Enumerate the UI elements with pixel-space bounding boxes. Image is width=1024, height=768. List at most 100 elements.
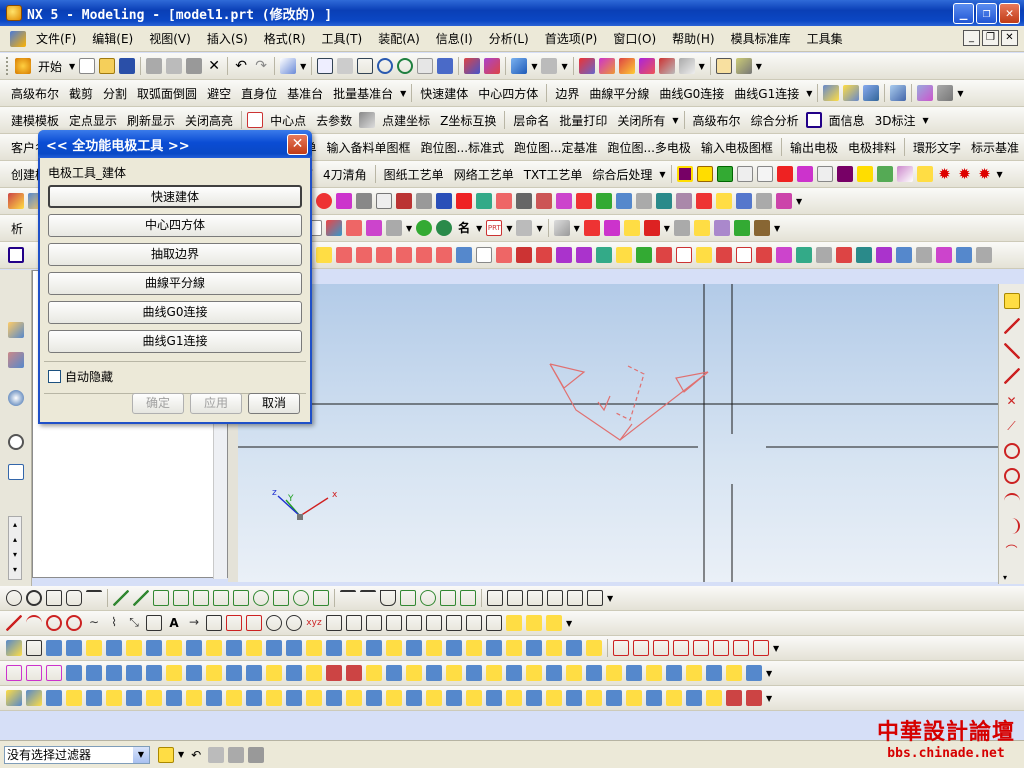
surface-icon-33[interactable] [646, 690, 662, 706]
form-icon-12[interactable] [226, 640, 242, 656]
tb-run-position-multi[interactable]: 跑位图...多电极 [602, 139, 695, 156]
circle-tangent-icon[interactable] [1003, 468, 1020, 484]
fit-view-icon[interactable] [317, 58, 334, 74]
surface-icon-11[interactable] [206, 690, 222, 706]
curve-icon-11[interactable] [326, 615, 342, 631]
edit-icon-25[interactable] [796, 247, 812, 263]
snap-icon-17[interactable] [360, 590, 376, 606]
cam-icon-11[interactable] [876, 166, 893, 182]
surface-icon[interactable] [658, 58, 675, 74]
snap-icon-24[interactable] [507, 590, 523, 606]
tb-batch-print[interactable]: 批量打印 [554, 112, 612, 129]
feature-icon-4[interactable] [336, 193, 352, 209]
edit-icon-11[interactable] [516, 247, 532, 263]
surface-icon-20[interactable] [386, 690, 402, 706]
form-icon-33[interactable] [653, 640, 669, 656]
menu-edit[interactable]: 编辑(E) [84, 30, 141, 47]
analysis-icon-6[interactable] [516, 220, 533, 236]
curve-bisector-button[interactable]: 曲線平分線 [48, 272, 302, 295]
edit-icon-10[interactable] [496, 247, 512, 263]
tb-advanced-boolean[interactable]: 高级布尔 [6, 85, 64, 102]
edit-feature-icon-38[interactable] [746, 665, 762, 681]
snap-icon-27[interactable] [567, 590, 583, 606]
copy-icon[interactable] [166, 58, 183, 74]
edit-feature-icon-18[interactable] [346, 665, 362, 681]
edit-icon-5[interactable] [396, 247, 412, 263]
edit-icon-7[interactable] [436, 247, 452, 263]
analysis-icon-12[interactable] [693, 220, 710, 236]
form-icon-22[interactable] [426, 640, 442, 656]
snap-icon-28[interactable] [587, 590, 603, 606]
feature-icon-10[interactable] [456, 193, 472, 209]
curve-icon-20[interactable] [506, 615, 522, 631]
snap-icon-21[interactable] [440, 590, 456, 606]
edit-feature-icon-16[interactable] [306, 665, 322, 681]
snap-icon-5[interactable] [86, 590, 102, 606]
cam-icon-1[interactable] [676, 166, 693, 182]
menu-tools[interactable]: 工具(T) [314, 30, 371, 47]
snap-icon-8[interactable] [173, 590, 189, 606]
surface-icon-37[interactable] [726, 690, 742, 706]
menu-mold-library[interactable]: 模具标准库 [723, 30, 799, 47]
edit-icon-30[interactable] [896, 247, 912, 263]
surface-icon-7[interactable] [126, 690, 142, 706]
edit-feature-icon-12[interactable] [226, 665, 242, 681]
right-toolbar-scroll[interactable]: ▾ [1003, 573, 1007, 582]
feature-icon-1[interactable] [8, 193, 24, 209]
edit-feature-icon-35[interactable] [686, 665, 702, 681]
part-navigator-icon[interactable] [7, 352, 24, 368]
form-icon-5[interactable] [86, 640, 102, 656]
cam-icon-3[interactable] [716, 166, 733, 182]
snap-icon-11[interactable] [233, 590, 249, 606]
start-button[interactable]: 开始 [33, 58, 67, 75]
face-info-icon[interactable] [805, 112, 822, 128]
feature-icon-6[interactable] [376, 193, 392, 209]
feature-icon-23[interactable] [716, 193, 732, 209]
form-icon-13[interactable] [246, 640, 262, 656]
maximize-button[interactable]: ❐ [976, 3, 997, 24]
perspective-icon[interactable] [417, 58, 434, 74]
surface-icon-35[interactable] [686, 690, 702, 706]
curve-icon-10[interactable] [226, 615, 242, 631]
gear-icon-2[interactable]: ✹ [957, 166, 973, 182]
feature-icon-3[interactable] [316, 193, 332, 209]
edit-feature-icon-17[interactable] [326, 665, 342, 681]
curve-icon-4[interactable] [66, 615, 82, 631]
surface-icon-2[interactable] [26, 690, 42, 706]
ok-button[interactable]: 确定 [132, 393, 184, 414]
menu-information[interactable]: 信息(I) [428, 30, 481, 47]
measure-icon[interactable] [715, 58, 732, 74]
edit-icon-21[interactable] [716, 247, 732, 263]
tb-curve-bisector[interactable]: 曲線平分線 [584, 85, 654, 102]
back-icon[interactable] [436, 220, 453, 236]
edit-feature-icon-33[interactable] [646, 665, 662, 681]
tb-mark-datum[interactable]: 标示基准 [966, 139, 1024, 156]
snap-icon[interactable] [1003, 293, 1020, 309]
edit-feature-icon-30[interactable] [586, 665, 602, 681]
form-icon-6[interactable] [106, 640, 122, 656]
form-icon-34[interactable] [673, 640, 689, 656]
tb-output-electrode[interactable]: 输出电极 [785, 139, 843, 156]
view-orientation-icon[interactable] [541, 58, 558, 74]
curve-icon-17[interactable] [446, 615, 462, 631]
center-point-icon[interactable] [247, 112, 264, 128]
menu-help[interactable]: 帮助(H) [664, 30, 722, 47]
close-button[interactable]: ✕ [999, 3, 1020, 24]
curve-icon-13[interactable] [366, 615, 382, 631]
cancel-button[interactable]: 取消 [248, 393, 300, 414]
more-icon[interactable] [678, 58, 695, 74]
edit-feature-icon-14[interactable] [266, 665, 282, 681]
tb-txt-process[interactable]: TXT工艺单 [519, 166, 588, 183]
form-icon-30[interactable] [586, 640, 602, 656]
tb-analysis[interactable]: 析 [6, 220, 28, 237]
tb-run-position-standard[interactable]: 跑位图...标准式 [416, 139, 509, 156]
tb-batch-platform[interactable]: 批量基准台 [328, 85, 398, 102]
graphics-window[interactable]: x Y z [238, 284, 998, 582]
undo-selection-icon[interactable]: ↶ [188, 747, 204, 763]
feature-icon-12[interactable] [496, 193, 512, 209]
cam-icon-10[interactable] [856, 166, 873, 182]
point-icon[interactable] [618, 58, 635, 74]
tb-split[interactable]: 分割 [98, 85, 132, 102]
navigator-scrollbar[interactable] [213, 421, 227, 579]
tb-electrode-layout[interactable]: 电极排料 [843, 139, 901, 156]
